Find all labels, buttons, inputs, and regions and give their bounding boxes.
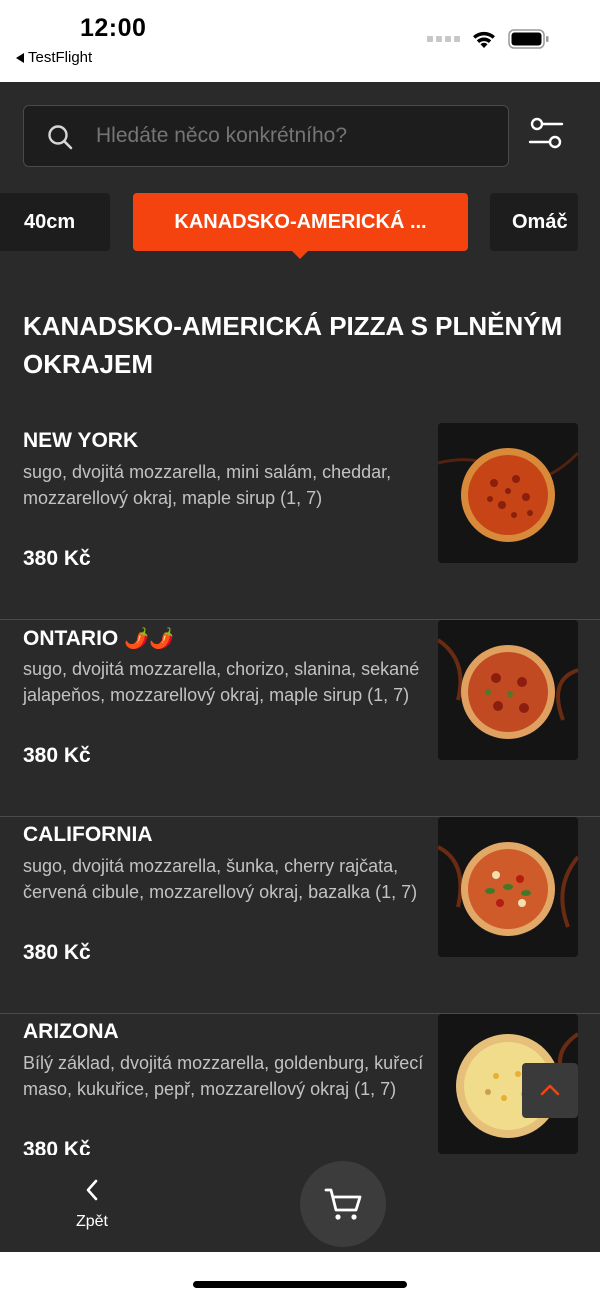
back-label: Zpět [75, 1213, 108, 1230]
item-description: Bílý základ, dvojitá mozzarella, goldenb… [23, 1053, 424, 1099]
battery-icon [508, 29, 549, 49]
chili-pepper-icon: 🌶️🌶️ [124, 628, 175, 650]
chevron-up-icon [540, 1084, 560, 1096]
home-indicator-area [0, 1252, 600, 1300]
tab-category-kanadsko-americka[interactable]: KANADSKO-AMERICKÁ ... [133, 193, 468, 251]
item-description: sugo, dvojitá mozzarella, chorizo, slani… [23, 659, 420, 705]
category-tabs: 40cm KANADSKO-AMERICKÁ ... Omáč [0, 187, 600, 262]
menu-item[interactable]: ONTARIO 🌶️🌶️ sugo, dvojitá mozzarella, c… [0, 620, 600, 817]
bottom-nav: Zpět [0, 1155, 600, 1252]
back-triangle-icon [16, 52, 24, 63]
status-back-label: TestFlight [28, 49, 93, 66]
item-price: 380 Kč [23, 941, 91, 964]
menu-item[interactable]: CALIFORNIA sugo, dvojitá mozzarella, šun… [0, 817, 600, 1014]
scroll-to-top-button[interactable] [522, 1063, 578, 1118]
item-name: ONTARIO 🌶️🌶️ [23, 626, 174, 651]
home-indicator[interactable] [193, 1281, 407, 1288]
tab-category-omacky[interactable]: Omáč [490, 193, 578, 251]
item-name: ARIZONA [23, 1020, 119, 1044]
item-name: CALIFORNIA [23, 823, 153, 847]
item-price: 380 Kč [23, 547, 91, 570]
item-price: 380 Kč [23, 744, 91, 767]
item-name-text: NEW YORK [23, 429, 139, 452]
pizza-image[interactable] [438, 817, 578, 957]
pizza-image[interactable] [438, 620, 578, 760]
item-name: NEW YORK [23, 429, 138, 453]
item-name-text: CALIFORNIA [23, 823, 153, 846]
status-time: 12:00 [80, 14, 147, 42]
status-bar: 12:00 TestFlight [0, 0, 600, 82]
chevron-left-icon [86, 1179, 98, 1201]
tab-category-40cm[interactable]: 40cm [0, 193, 110, 251]
section-title: KANADSKO-AMERICKÁ PIZZA S PLNĚNÝM OKRAJE… [23, 311, 563, 379]
item-description: sugo, dvojitá mozzarella, mini salám, ch… [23, 462, 392, 508]
item-name-text: ARIZONA [23, 1020, 119, 1043]
status-indicators [427, 28, 550, 50]
search-icon [48, 125, 73, 150]
back-button[interactable]: Zpět [60, 1175, 124, 1235]
search-box[interactable] [23, 105, 509, 167]
app-screen: 40cm KANADSKO-AMERICKÁ ... Omáč KANADSKO… [0, 82, 600, 1252]
active-tab-pointer [292, 251, 308, 259]
search-input[interactable] [96, 106, 496, 166]
filter-icon[interactable] [524, 112, 568, 156]
cart-button[interactable] [300, 1161, 386, 1247]
item-name-text: ONTARIO [23, 626, 119, 650]
wifi-icon [473, 31, 495, 48]
item-description: sugo, dvojitá mozzarella, šunka, cherry … [23, 856, 418, 902]
menu-item[interactable]: NEW YORK sugo, dvojitá mozzarella, mini … [0, 423, 600, 620]
status-back-link[interactable]: TestFlight [16, 49, 92, 66]
cellular-signal-icon [427, 36, 460, 42]
pizza-image[interactable] [438, 423, 578, 563]
cart-icon [324, 1188, 362, 1220]
